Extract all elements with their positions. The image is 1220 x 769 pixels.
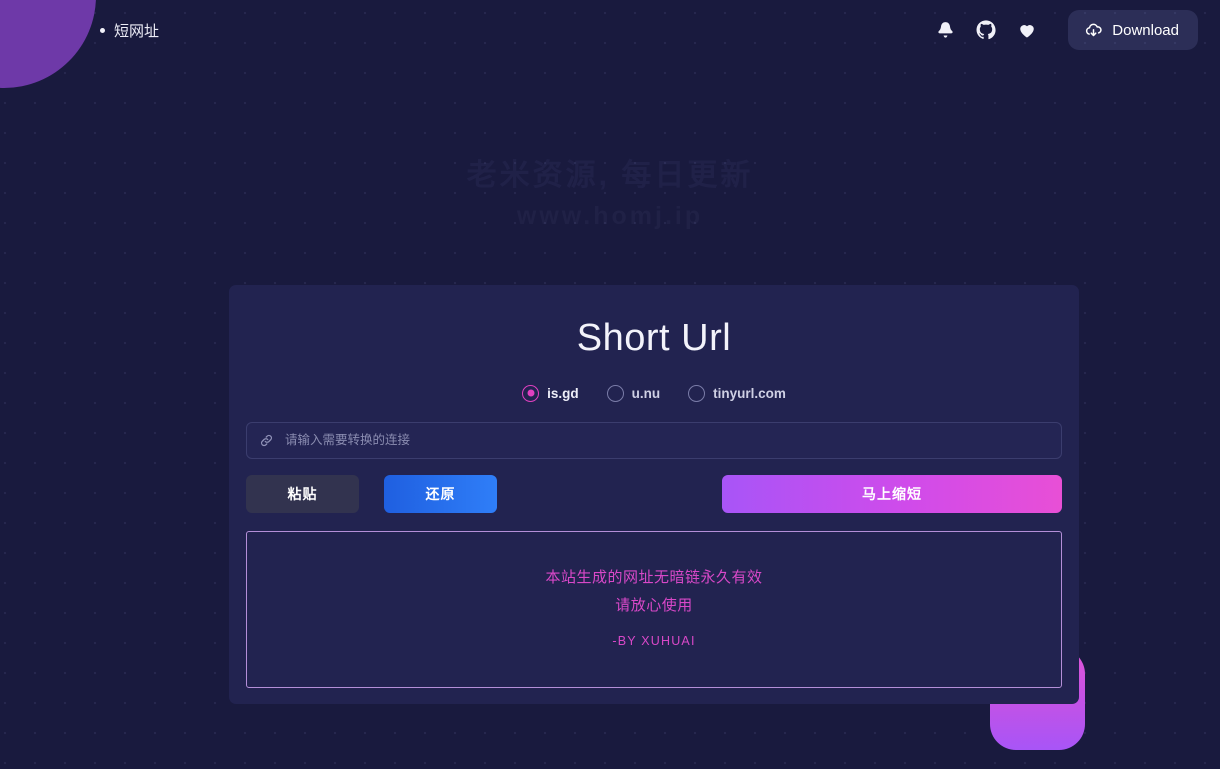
cloud-download-icon: [1084, 21, 1103, 40]
short-url-card: Short Url is.gd u.nu tinyurl.com 粘贴 还原 马…: [229, 285, 1079, 705]
result-signature: -BY XUHUAI: [612, 633, 696, 648]
restore-button[interactable]: 还原: [384, 474, 497, 513]
bell-icon[interactable]: [934, 19, 956, 41]
radio-circle-icon: [522, 384, 540, 402]
download-button-label: Download: [1112, 21, 1179, 39]
page-header: 短网址 Download: [0, 0, 1220, 60]
shorten-button[interactable]: 马上缩短: [722, 474, 1062, 513]
result-line-2: 请放心使用: [615, 596, 693, 614]
result-line-1: 本站生成的网址无暗链永久有效: [545, 568, 763, 586]
link-icon: [259, 433, 274, 448]
bullet-dot-icon: [100, 27, 105, 33]
radio-label: tinyurl.com: [713, 385, 786, 401]
radio-label: u.nu: [631, 385, 661, 401]
brand[interactable]: 短网址: [100, 20, 159, 41]
header-actions: Download: [934, 10, 1198, 50]
page-title: Short Url: [576, 317, 732, 359]
brand-label: 短网址: [114, 22, 160, 40]
radio-option-isgd[interactable]: is.gd: [522, 384, 579, 402]
download-button[interactable]: Download: [1068, 10, 1198, 50]
action-button-row: 粘贴 还原 马上缩短: [246, 474, 1062, 513]
url-input[interactable]: [285, 433, 1049, 447]
radio-option-unu[interactable]: u.nu: [606, 384, 661, 402]
result-panel: 本站生成的网址无暗链永久有效 请放心使用 -BY XUHUAI: [246, 530, 1062, 689]
radio-circle-icon: [688, 384, 706, 402]
url-input-wrapper[interactable]: [246, 421, 1062, 459]
radio-circle-icon: [606, 384, 624, 402]
github-icon[interactable]: [975, 19, 997, 41]
service-radio-group: is.gd u.nu tinyurl.com: [246, 384, 1062, 402]
radio-label: is.gd: [547, 385, 579, 401]
heart-icon[interactable]: [1016, 19, 1038, 41]
paste-button[interactable]: 粘贴: [246, 474, 359, 513]
radio-option-tinyurl[interactable]: tinyurl.com: [688, 384, 786, 402]
